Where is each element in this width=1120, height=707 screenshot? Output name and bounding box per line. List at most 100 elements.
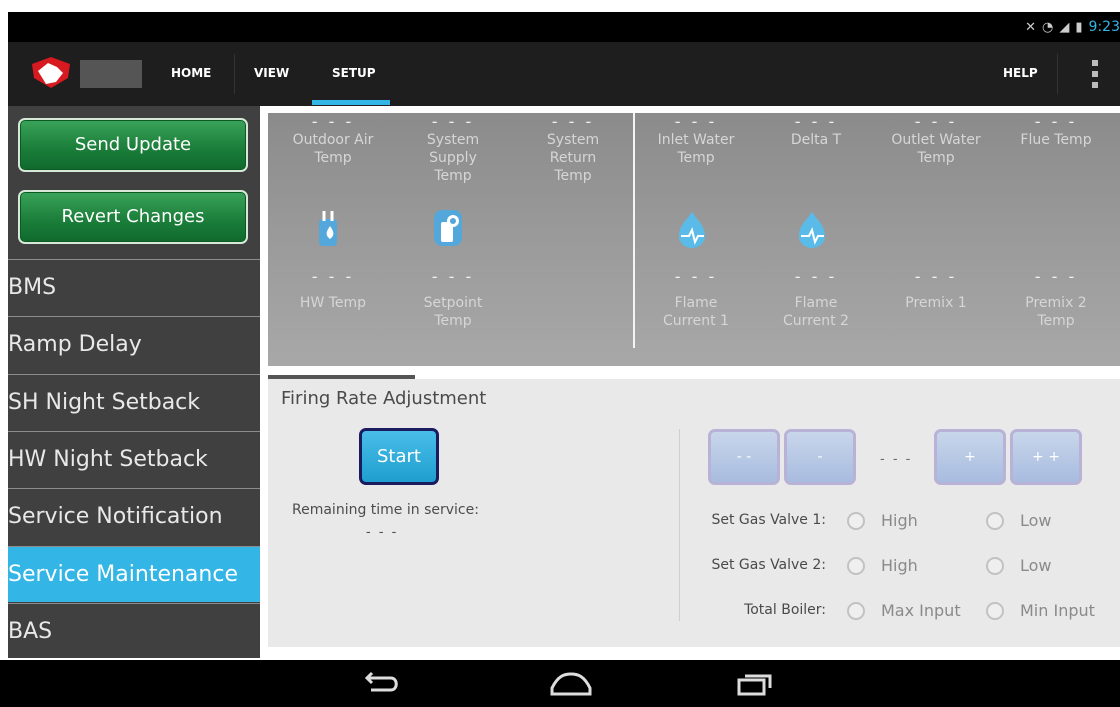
total-boiler-min-radio[interactable] [986,602,1004,620]
gas-valve-1-high-radio[interactable] [847,512,865,530]
gas-valve-2-label: Set Gas Valve 2: [711,557,826,573]
inlet-water-temp: - - - Inlet Water Temp [641,113,751,167]
start-button[interactable]: Start [359,428,439,485]
hw-temp: - - - HW Temp [278,268,388,312]
sidebar-item-hw-night-setback[interactable]: HW Night Setback [8,431,260,487]
outlet-water-temp-value: - - - [914,112,958,131]
system-return-temp-value: - - - [551,112,595,131]
system-supply-temp-label: System Supply Temp [426,132,480,184]
overflow-menu-icon[interactable] [1092,60,1098,88]
system-supply-temp: - - - System Supply Temp [398,113,508,185]
premix-2-temp: - - - Premix 2 Temp [1001,268,1111,330]
decrease-large-button[interactable]: - - [708,429,780,485]
sidebar-item-bms[interactable]: BMS [8,259,260,315]
sensor-panel: - - - Outdoor Air Temp - - - System Supp… [268,113,1120,366]
delta-t: - - - Delta T [761,113,871,149]
delta-t-value: - - - [794,112,838,131]
outdoor-air-temp: - - - Outdoor Air Temp [278,113,388,167]
inlet-water-temp-value: - - - [674,112,718,131]
home-icon[interactable] [550,670,592,696]
premix-1: - - - Premix 1 [881,268,991,312]
total-boiler-label: Total Boiler: [744,602,826,618]
nav-view[interactable]: VIEW [254,66,289,80]
remaining-time-value: - - - [366,525,399,540]
nav-divider-right [1057,54,1058,94]
flame-current-1: - - - Flame Current 1 [641,268,751,330]
remaining-time-label: Remaining time in service: [292,502,479,518]
flame-current-1-label: Flame Current 1 [663,295,729,329]
hw-temp-value: - - - [311,267,355,286]
gas-valve-1-low-label: Low [1020,511,1052,530]
premix-1-label: Premix 1 [905,295,967,311]
setpoint-temp: - - - Setpoint Temp [398,268,508,330]
flame-current-2-value: - - - [794,267,838,286]
sidebar-item-sh-night-setback[interactable]: SH Night Setback [8,374,260,430]
gas-valve-2-high-radio[interactable] [847,557,865,575]
sidebar: Send Update Revert Changes BMS Ramp Dela… [8,106,260,658]
premix-1-value: - - - [914,267,958,286]
nav-divider [234,54,235,94]
active-tab-indicator [312,100,390,105]
flame-current-2-icon [799,212,825,248]
total-boiler-max-radio[interactable] [847,602,865,620]
flame-current-1-value: - - - [674,267,718,286]
gas-valve-2-low-radio[interactable] [986,557,1004,575]
gas-valve-1-low-radio[interactable] [986,512,1004,530]
gas-valve-2-low-label: Low [1020,556,1052,575]
premix-2-temp-label: Premix 2 Temp [1025,295,1087,329]
signal-icon: ◢ [1059,19,1070,35]
battery-icon: ▮ [1075,19,1083,35]
thermostat-icon [434,210,462,246]
back-icon[interactable] [360,670,402,696]
firing-rate-panel: Firing Rate Adjustment Start Remaining t… [268,379,1120,647]
revert-changes-button[interactable]: Revert Changes [18,190,248,244]
firing-rate-value: - - - [880,452,913,467]
system-supply-temp-value: - - - [431,112,475,131]
wifi-icon: ◔ [1042,19,1054,35]
premix-2-temp-value: - - - [1034,267,1078,286]
nav-setup[interactable]: SETUP [332,66,376,80]
flue-temp-value: - - - [1034,112,1078,131]
nav-home[interactable]: HOME [171,66,211,80]
flue-temp: - - - Flue Temp [1001,113,1111,149]
status-icons: ✕ ◔ ◢ ▮ 9:23 [1025,19,1120,35]
total-boiler-min-label: Min Input [1020,601,1095,620]
setpoint-temp-label: Setpoint Temp [423,295,483,329]
gas-valve-1-high-label: High [881,511,918,530]
flue-temp-label: Flue Temp [1020,132,1092,148]
flame-current-2: - - - Flame Current 2 [761,268,871,330]
setpoint-temp-value: - - - [431,267,475,286]
gas-valve-1-label: Set Gas Valve 1: [711,512,826,528]
gas-valve-2-high-label: High [881,556,918,575]
sidebar-item-ramp-delay[interactable]: Ramp Delay [8,316,260,372]
decrease-small-button[interactable]: - [784,429,856,485]
user-name-redacted [80,60,142,88]
delta-t-label: Delta T [790,132,842,148]
top-nav: HOME VIEW SETUP HELP [8,42,1120,106]
nav-help[interactable]: HELP [1003,66,1038,80]
sidebar-item-service-notification[interactable]: Service Notification [8,488,260,544]
sidebar-item-bas[interactable]: BAS [8,603,260,659]
water-heater-icon [319,211,337,246]
flame-current-1-icon [679,212,705,248]
firing-divider [679,429,680,621]
outdoor-air-temp-value: - - - [311,112,355,131]
sidebar-item-service-maintenance[interactable]: Service Maintenance [8,546,260,602]
send-update-button[interactable]: Send Update [18,118,248,172]
hw-temp-label: HW Temp [299,295,367,311]
outlet-water-temp: - - - Outlet Water Temp [881,113,991,167]
flame-current-2-label: Flame Current 2 [783,295,849,329]
system-return-temp: - - - System Return Temp [518,113,628,185]
recent-apps-icon[interactable] [737,670,779,696]
sensor-divider [633,113,635,348]
system-return-temp-label: System Return Temp [546,132,600,184]
inlet-water-temp-label: Inlet Water Temp [657,132,735,166]
increase-large-button[interactable]: + + [1010,429,1082,485]
increase-small-button[interactable]: + [934,429,1006,485]
android-nav-bar [0,660,1120,707]
outdoor-air-temp-label: Outdoor Air Temp [292,132,374,166]
total-boiler-max-label: Max Input [881,601,961,620]
outlet-water-temp-label: Outlet Water Temp [891,132,981,166]
logo-icon [26,55,76,91]
mute-icon: ✕ [1025,19,1037,35]
